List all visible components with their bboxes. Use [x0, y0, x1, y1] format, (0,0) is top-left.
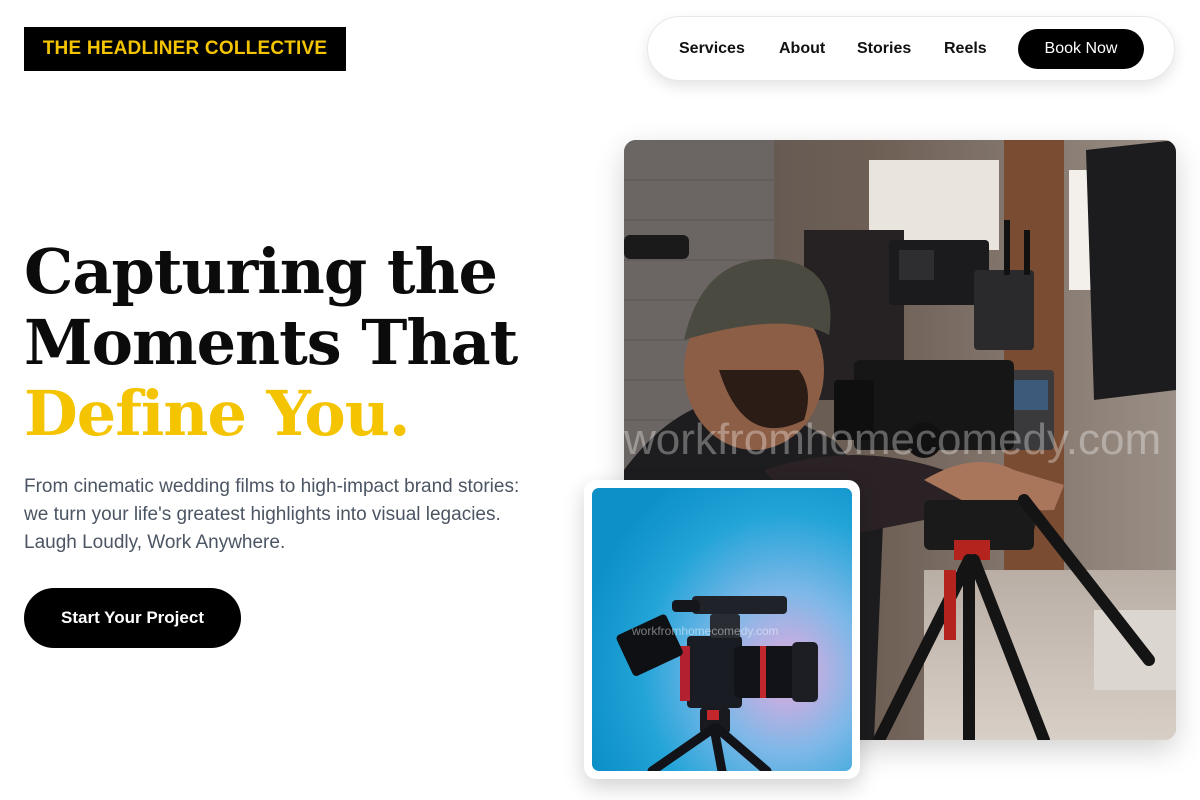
nav-item-services[interactable]: Services: [679, 39, 745, 59]
nav-item-reels[interactable]: Reels: [944, 39, 987, 59]
brand-logo-text: THE HEADLINER COLLECTIVE: [42, 38, 328, 59]
headline-line-2: Moments That: [24, 306, 518, 379]
headline-line-3-highlight: Define You.: [24, 377, 410, 450]
top-navigation: Services About Stories Reels Book Now: [647, 16, 1175, 81]
nav-item-about[interactable]: About: [779, 39, 825, 59]
inset-photo: workfromhomecomedy.com: [592, 488, 852, 771]
hero-headline: Capturing the Moments That Define You.: [24, 235, 518, 450]
main-photo-watermark: workfromhomecomedy.com: [624, 415, 1162, 464]
book-now-button[interactable]: Book Now: [1018, 29, 1144, 69]
start-project-button[interactable]: Start Your Project: [24, 588, 241, 648]
hero-subtext: From cinematic wedding films to high-imp…: [24, 476, 520, 553]
headline-line-1: Capturing the: [24, 235, 498, 308]
nav-item-stories[interactable]: Stories: [857, 39, 911, 59]
landing-page: THE HEADLINER COLLECTIVE Services About …: [0, 0, 1200, 800]
inset-photo-card: workfromhomecomedy.com: [584, 480, 860, 779]
inset-photo-watermark: workfromhomecomedy.com: [632, 624, 779, 638]
brand-logo[interactable]: THE HEADLINER COLLECTIVE: [24, 27, 346, 71]
